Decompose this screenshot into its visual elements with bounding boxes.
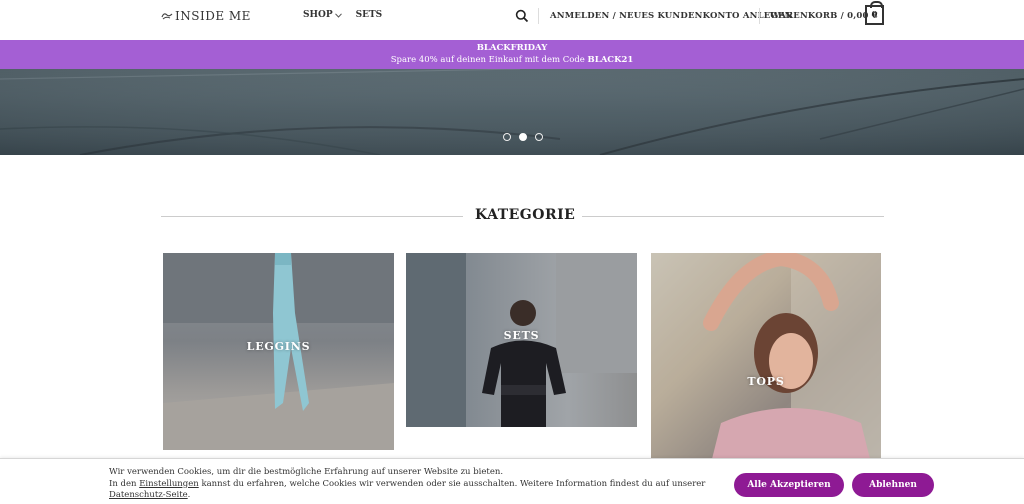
category-card-leggins[interactable]: LEGGINS <box>163 253 394 450</box>
cookie-banner: Wir verwenden Cookies, um dir die bestmö… <box>0 458 1024 504</box>
reject-button[interactable]: Ablehnen <box>852 473 934 497</box>
category-label: LEGGINS <box>246 340 311 353</box>
accept-all-button[interactable]: Alle Akzeptieren <box>734 473 844 497</box>
hero-slider <box>0 69 1024 155</box>
cart-count-badge[interactable]: 0 <box>865 1 884 25</box>
header-divider <box>538 8 539 24</box>
category-label: TOPS <box>747 375 785 388</box>
promo-title: BLACKFRIDAY <box>476 43 548 53</box>
account-link[interactable]: ANMELDEN / NEUES KUNDENKONTO ANLEGEN <box>550 11 793 21</box>
promo-banner: BLACKFRIDAY Spare 40% auf deinen Einkauf… <box>0 40 1024 69</box>
category-label: SETS <box>503 329 540 342</box>
header-divider <box>759 8 760 24</box>
cookie-text-line-1: Wir verwenden Cookies, um dir die bestmö… <box>109 467 504 477</box>
search-icon <box>515 9 529 23</box>
cookie-text-line-3: Datenschutz-Seite. <box>109 490 705 502</box>
category-heading: KATEGORIE <box>475 207 576 223</box>
nav-item-shop[interactable]: SHOP <box>303 10 342 20</box>
cookie-text-line-2: In den Einstellungen kannst du erfahren,… <box>109 479 705 491</box>
search-button[interactable] <box>515 8 529 23</box>
main-nav: SHOP SETS <box>303 10 382 20</box>
heading-divider-right <box>582 216 884 217</box>
slider-dot[interactable] <box>503 133 511 141</box>
cookie-text-suffix: kannst du erfahren, welche Cookies wir v… <box>201 478 706 489</box>
nav-item-label: SHOP <box>303 10 333 20</box>
slider-dot-active[interactable] <box>519 133 527 141</box>
hero-image <box>0 69 1024 155</box>
site-header: INSIDE ME SHOP SETS ANMELDEN / NEUES KUN… <box>0 0 1024 40</box>
chevron-down-icon <box>334 12 342 18</box>
logo[interactable]: INSIDE ME <box>161 9 251 23</box>
category-image <box>703 253 881 463</box>
nav-item-label: SETS <box>355 10 383 20</box>
promo-text: Spare 40% auf deinen Einkauf mit dem Cod… <box>390 55 585 65</box>
logo-mark-icon <box>161 13 173 20</box>
cookie-text: Wir verwenden Cookies, um dir die bestmö… <box>109 467 705 502</box>
cart-link[interactable]: WARENKORB / 0,00 € <box>770 11 878 21</box>
category-card-tops[interactable]: TOPS <box>651 253 881 463</box>
cookie-text-period: . <box>187 490 191 500</box>
promo-code: BLACK21 <box>587 55 634 65</box>
cookie-settings-link[interactable]: Einstellungen <box>139 479 199 489</box>
slider-dot[interactable] <box>535 133 543 141</box>
logo-text: INSIDE ME <box>175 9 251 23</box>
category-card-sets[interactable]: SETS <box>406 253 637 427</box>
slider-dots <box>503 133 543 141</box>
cookie-text-prefix: In den <box>109 478 137 489</box>
privacy-link[interactable]: Datenschutz-Seite <box>109 490 188 500</box>
nav-item-sets[interactable]: SETS <box>356 10 383 20</box>
heading-divider-left <box>161 216 463 217</box>
promo-text-line: Spare 40% auf deinen Einkauf mit dem Cod… <box>0 54 1024 66</box>
